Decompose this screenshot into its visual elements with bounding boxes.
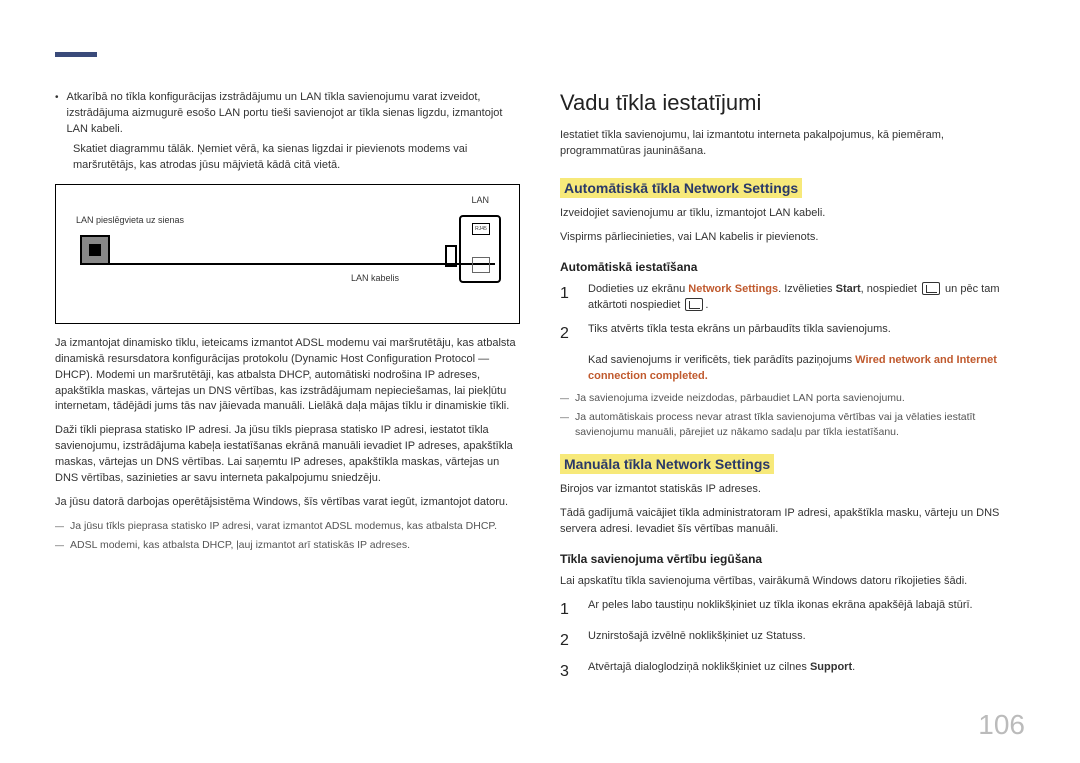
text-accent: Network Settings — [688, 283, 778, 295]
text: , nospiediet — [861, 283, 920, 295]
page-title: Vadu tīkla iestatījumi — [560, 90, 1025, 116]
cable-line — [110, 263, 495, 265]
bullet-sub-diagram-note: Skatiet diagrammu tālāk. Ņemiet vērā, ka… — [73, 142, 520, 174]
diagram-wall-label: LAN pieslēgvieta uz sienas — [76, 215, 184, 225]
home-icon — [472, 257, 490, 273]
text: Atvērtajā dialoglodziņā noklikšķiniet uz… — [588, 661, 810, 673]
manual-p1: Birojos var izmantot statiskās IP adrese… — [560, 482, 1025, 498]
auto-step-2: 2 Tiks atvērts tīkla testa ekrāns un pār… — [560, 322, 1025, 345]
step-number: 2 — [560, 629, 574, 652]
auto-p2: Vispirms pārliecinieties, vai LAN kabeli… — [560, 230, 1025, 246]
bullet-lan-config: Atkarībā no tīkla konfigurācijas izstrād… — [55, 90, 520, 138]
note-text: Ja automātiskais process nevar atrast tī… — [575, 410, 1025, 440]
lan-connection-diagram: LAN LAN pieslēgvieta uz sienas LAN kabel… — [55, 184, 520, 324]
header-accent-bar — [55, 52, 97, 57]
step-number: 3 — [560, 660, 574, 683]
page-number: 106 — [978, 709, 1025, 741]
step-body: Tiks atvērts tīkla testa ekrāns un pārba… — [588, 322, 1025, 345]
bullet-text: Atkarībā no tīkla konfigurācijas izstrād… — [67, 90, 520, 138]
rj45-port-label: RJ45 — [472, 223, 490, 235]
subheading-auto-setup: Automātiskā iestatīšana — [560, 260, 1025, 274]
auto-p1: Izveidojiet savienojumu ar tīklu, izmant… — [560, 206, 1025, 222]
step-body: Uznirstošajā izvēlnē noklikšķiniet uz St… — [588, 629, 1025, 652]
heading-auto-network: Automātiskā tīkla Network Settings — [560, 178, 802, 198]
auto-step-1: 1 Dodieties uz ekrānu Network Settings. … — [560, 282, 1025, 314]
text: Kad savienojums ir verificēts, tiek parā… — [588, 354, 855, 366]
note-connection-fail: Ja savienojuma izveide neizdodas, pārbau… — [560, 391, 1025, 406]
note-text: Ja jūsu tīkls pieprasa statisko IP adres… — [70, 519, 497, 534]
note-manual-fallback: Ja automātiskais process nevar atrast tī… — [560, 410, 1025, 440]
step-body: Atvērtajā dialoglodziņā noklikšķiniet uz… — [588, 660, 1025, 683]
manual-p2: Tādā gadījumā vaicājiet tīkla administra… — [560, 506, 1025, 538]
device-icon: RJ45 — [459, 215, 501, 283]
diagram-lan-label: LAN — [471, 195, 489, 205]
step-number: 1 — [560, 282, 574, 314]
two-column-layout: Atkarībā no tīkla konfigurācijas izstrād… — [55, 90, 1025, 692]
manual-intro: Lai apskatītu tīkla savienojuma vērtības… — [560, 574, 1025, 590]
subheading-get-values: Tīkla savienojuma vērtību iegūšana — [560, 552, 1025, 566]
text-bold: Support — [810, 661, 852, 673]
paragraph-static-ip: Daži tīkli pieprasa statisko IP adresi. … — [55, 423, 520, 487]
manual-step-1: 1 Ar peles labo taustiņu noklikšķiniet u… — [560, 598, 1025, 621]
step2-result: Kad savienojums ir verificēts, tiek parā… — [588, 353, 1025, 385]
left-column: Atkarībā no tīkla konfigurācijas izstrād… — [55, 90, 520, 692]
step-number: 1 — [560, 598, 574, 621]
manual-step-2: 2 Uznirstošajā izvēlnē noklikšķiniet uz … — [560, 629, 1025, 652]
note-text: ADSL modemi, kas atbalsta DHCP, ļauj izm… — [70, 538, 410, 553]
paragraph-dhcp-info: Ja izmantojat dinamisko tīklu, ieteicams… — [55, 336, 520, 416]
note-adsl-dhcp: Ja jūsu tīkls pieprasa statisko IP adres… — [55, 519, 520, 534]
text: . Izvēlieties — [778, 283, 835, 295]
paragraph-windows-note: Ja jūsu datorā darbojas operētājsistēma … — [55, 495, 520, 511]
enter-key-icon — [685, 298, 703, 311]
cable-plug-icon — [445, 245, 457, 267]
text: Dodieties uz ekrānu — [588, 283, 688, 295]
intro-paragraph: Iestatiet tīkla savienojumu, lai izmanto… — [560, 128, 1025, 160]
wall-plate-icon — [80, 235, 110, 265]
step-body: Dodieties uz ekrānu Network Settings. Iz… — [588, 282, 1025, 314]
text: . — [705, 299, 708, 311]
manual-step-3: 3 Atvērtajā dialoglodziņā noklikšķiniet … — [560, 660, 1025, 683]
right-column: Vadu tīkla iestatījumi Iestatiet tīkla s… — [560, 90, 1025, 692]
heading-manual-network: Manuāla tīkla Network Settings — [560, 454, 774, 474]
text: . — [852, 661, 855, 673]
step-number: 2 — [560, 322, 574, 345]
note-adsl-static: ADSL modemi, kas atbalsta DHCP, ļauj izm… — [55, 538, 520, 553]
note-text: Ja savienojuma izveide neizdodas, pārbau… — [575, 391, 905, 406]
step-body: Ar peles labo taustiņu noklikšķiniet uz … — [588, 598, 1025, 621]
enter-key-icon — [922, 282, 940, 295]
text-bold: Start — [836, 283, 861, 295]
diagram-cable-label: LAN kabelis — [351, 273, 399, 283]
